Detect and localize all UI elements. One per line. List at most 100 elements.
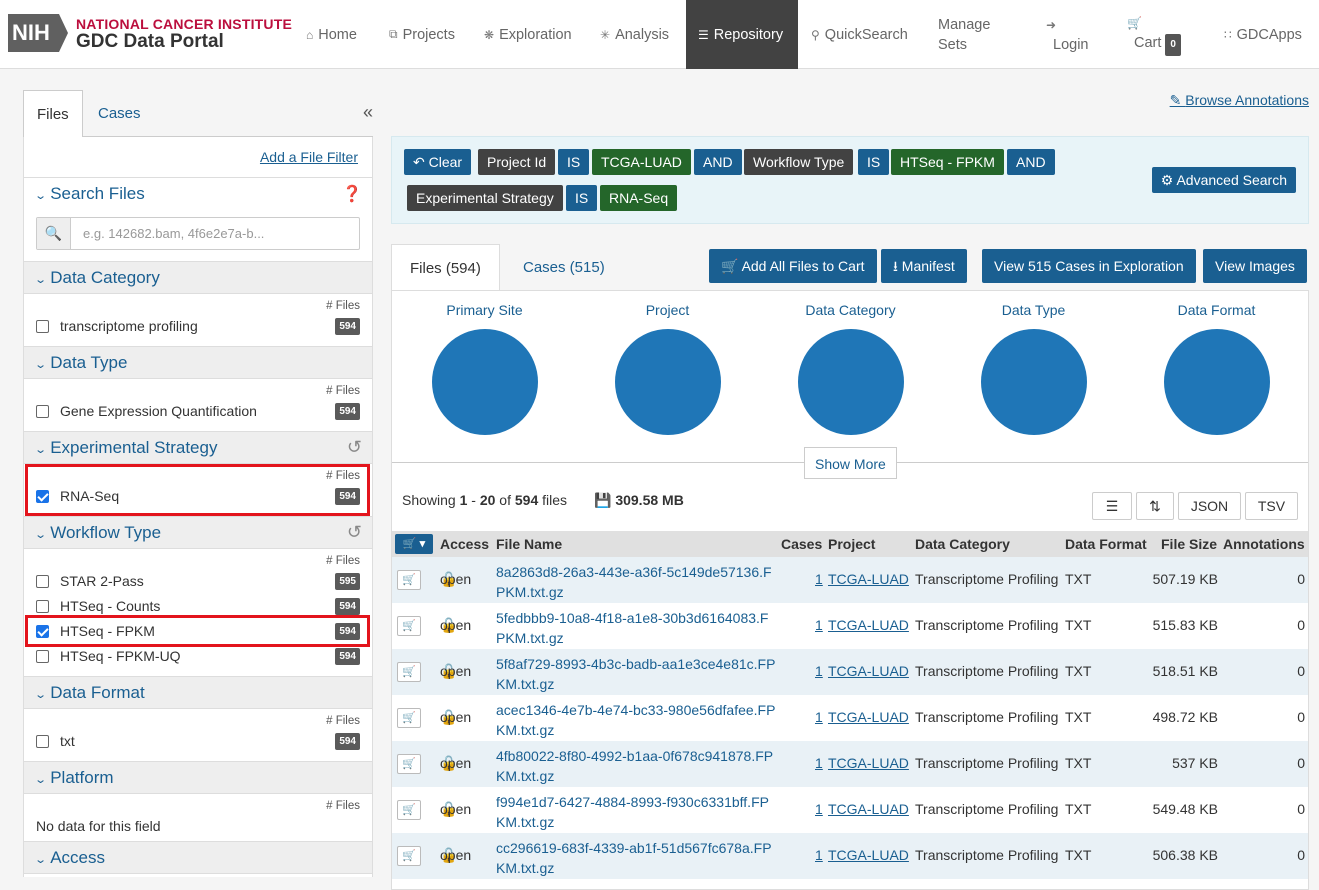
nav-home[interactable]: ⌂ Home <box>306 0 357 69</box>
gdc-logo[interactable]: NIH NATIONAL CANCER INSTITUTE GDC Data P… <box>8 14 292 54</box>
facet-access-header[interactable]: ⌄ Access <box>24 841 372 874</box>
project-link[interactable]: TCGA-LUAD <box>828 709 909 725</box>
col-file-size[interactable]: File Size <box>1161 536 1217 552</box>
add-to-cart-icon[interactable]: 🛒 <box>397 570 421 590</box>
col-cases[interactable]: Cases <box>781 536 822 552</box>
add-to-cart-icon[interactable]: 🛒 <box>397 754 421 774</box>
checkbox[interactable] <box>36 404 49 418</box>
pie-chart[interactable] <box>797 329 904 435</box>
tsv-export-button[interactable]: TSV <box>1245 492 1298 520</box>
project-link[interactable]: TCGA-LUAD <box>828 847 909 863</box>
facet-option[interactable]: Gene Expression Quantification 594 <box>36 401 360 421</box>
file-name-link[interactable]: cc296619-683f-4339-ab1f-51d567fc678a.FP K… <box>496 838 776 876</box>
facet-option[interactable]: transcriptome profiling 594 <box>36 316 360 336</box>
json-export-button[interactable]: JSON <box>1178 492 1241 520</box>
facet-data-format-header[interactable]: ⌄ Data Format <box>24 676 372 709</box>
show-more-button[interactable]: Show More <box>804 447 897 479</box>
add-file-filter-link[interactable]: Add a File Filter <box>260 149 358 165</box>
add-to-cart-icon[interactable]: 🛒 <box>397 708 421 728</box>
query-field[interactable]: Project Id <box>478 149 556 175</box>
project-link[interactable]: TCGA-LUAD <box>828 617 909 633</box>
file-name-link[interactable]: 5f8af729-8993-4b3c-badb-aa1e3ce4e81c.FP K… <box>496 654 776 692</box>
manifest-button[interactable]: ⭳ Manifest <box>881 249 967 283</box>
checkbox[interactable] <box>36 319 49 333</box>
project-link[interactable]: TCGA-LUAD <box>828 755 909 771</box>
nav-analysis[interactable]: ✳ Analysis <box>600 0 669 69</box>
pie-data-category[interactable]: Data Category <box>759 291 942 435</box>
clear-query-button[interactable]: ↶ Clear <box>404 149 472 175</box>
query-operator[interactable]: IS <box>566 185 598 211</box>
col-data-category[interactable]: Data Category <box>915 536 1010 552</box>
search-files-input[interactable]: 🔍 e.g. 142682.bam, 4f6e2e7a-b... <box>36 217 360 250</box>
nav-gdc-apps[interactable]: ∷ GDCApps <box>1224 0 1302 69</box>
facet-option[interactable]: txt 594 <box>36 731 360 751</box>
cases-link[interactable]: 1 <box>815 709 823 725</box>
reset-icon[interactable]: ↺ <box>347 517 362 548</box>
facet-option[interactable]: HTSeq - FPKM-UQ 594 <box>36 646 360 666</box>
query-value[interactable]: HTSeq - FPKM <box>891 149 1004 175</box>
file-name-link[interactable]: 8a2863d8-26a3-443e-a36f-5c149de57136.F PK… <box>496 562 776 600</box>
cases-link[interactable]: 1 <box>815 663 823 679</box>
advanced-search-button[interactable]: ⚙ Advanced Search <box>1151 167 1296 193</box>
column-menu-button[interactable]: ☰ <box>1092 492 1132 520</box>
add-all-files-to-cart-button[interactable]: 🛒 Add All Files to Cart <box>709 249 877 283</box>
view-cases-in-exploration-button[interactable]: View 515 Cases in Exploration <box>982 249 1196 283</box>
add-to-cart-icon[interactable]: 🛒 <box>397 800 421 820</box>
tab-cases[interactable]: Cases <box>85 90 154 138</box>
checkbox[interactable] <box>36 734 49 748</box>
add-to-cart-icon[interactable]: 🛒 <box>397 616 421 636</box>
nav-quick-search[interactable]: ⚲ QuickSearch <box>811 0 908 69</box>
tab-cases-results[interactable]: Cases (515) <box>505 244 623 292</box>
nav-repository[interactable]: ☰ Repository <box>686 0 798 69</box>
add-to-cart-icon[interactable]: 🛒 <box>397 846 421 866</box>
query-value[interactable]: RNA-Seq <box>600 185 678 211</box>
cart-select-dropdown[interactable]: 🛒 ▾ <box>395 534 433 554</box>
tab-files-results[interactable]: Files (594) <box>391 244 500 292</box>
facet-platform-header[interactable]: ⌄ Platform <box>24 761 372 794</box>
sort-button[interactable]: ⇅ <box>1136 492 1174 520</box>
query-value[interactable]: TCGA-LUAD <box>592 149 691 175</box>
pie-chart[interactable] <box>1163 329 1270 435</box>
pie-chart[interactable] <box>980 329 1087 435</box>
browse-annotations-link[interactable]: ✎ Browse Annotations <box>1170 92 1309 109</box>
pie-data-format[interactable]: Data Format <box>1125 291 1308 435</box>
nav-cart[interactable]: 🛒 Cart 0 <box>1127 0 1181 69</box>
query-field[interactable]: Workflow Type <box>744 149 854 175</box>
checkbox[interactable] <box>36 649 49 663</box>
col-file-name[interactable]: File Name <box>496 536 562 552</box>
pie-data-type[interactable]: Data Type <box>942 291 1125 435</box>
pie-primary-site[interactable]: Primary Site <box>393 291 576 435</box>
search-files-header[interactable]: ⌄ Search Files ❓ <box>24 177 372 210</box>
file-name-link[interactable]: 5fedbbb9-10a8-4f18-a1e8-30b3d6164083.F PK… <box>496 608 776 646</box>
facet-data-type-header[interactable]: ⌄ Data Type <box>24 346 372 379</box>
checkbox[interactable] <box>36 599 49 613</box>
facet-option[interactable]: HTSeq - Counts 594 <box>36 596 360 616</box>
cases-link[interactable]: 1 <box>815 571 823 587</box>
col-access[interactable]: Access <box>440 536 489 552</box>
reset-icon[interactable]: ↺ <box>347 432 362 463</box>
nav-login[interactable]: ➜ Login <box>1046 0 1088 69</box>
query-operator[interactable]: IS <box>558 149 590 175</box>
add-to-cart-icon[interactable]: 🛒 <box>397 662 421 682</box>
query-field[interactable]: Experimental Strategy <box>407 185 563 211</box>
file-name-link[interactable]: acec1346-4e7b-4e74-bc33-980e56dfafee.FP K… <box>496 700 776 738</box>
col-data-format[interactable]: Data Format <box>1065 536 1147 552</box>
project-link[interactable]: TCGA-LUAD <box>828 571 909 587</box>
cases-link[interactable]: 1 <box>815 801 823 817</box>
checkbox[interactable] <box>36 574 49 588</box>
nav-manage-sets[interactable]: Manage Sets <box>938 0 990 69</box>
pie-project[interactable]: Project <box>576 291 759 435</box>
tab-files[interactable]: Files <box>23 90 83 138</box>
facet-option[interactable]: STAR 2-Pass 595 <box>36 571 360 591</box>
cases-link[interactable]: 1 <box>815 755 823 771</box>
nav-exploration[interactable]: ❋ Exploration <box>484 0 572 69</box>
pie-chart[interactable] <box>431 329 538 435</box>
collapse-sidebar-icon[interactable]: « <box>363 102 373 123</box>
help-icon[interactable]: ❓ <box>342 179 362 210</box>
project-link[interactable]: TCGA-LUAD <box>828 663 909 679</box>
facet-experimental-strategy-header[interactable]: ⌄ Experimental Strategy ↺ <box>24 431 372 464</box>
col-annotations[interactable]: Annotations <box>1223 536 1305 552</box>
facet-workflow-type-header[interactable]: ⌄ Workflow Type ↺ <box>24 516 372 549</box>
cases-link[interactable]: 1 <box>815 617 823 633</box>
file-name-link[interactable]: f994e1d7-6427-4884-8993-f930c6331bff.FP K… <box>496 792 776 830</box>
